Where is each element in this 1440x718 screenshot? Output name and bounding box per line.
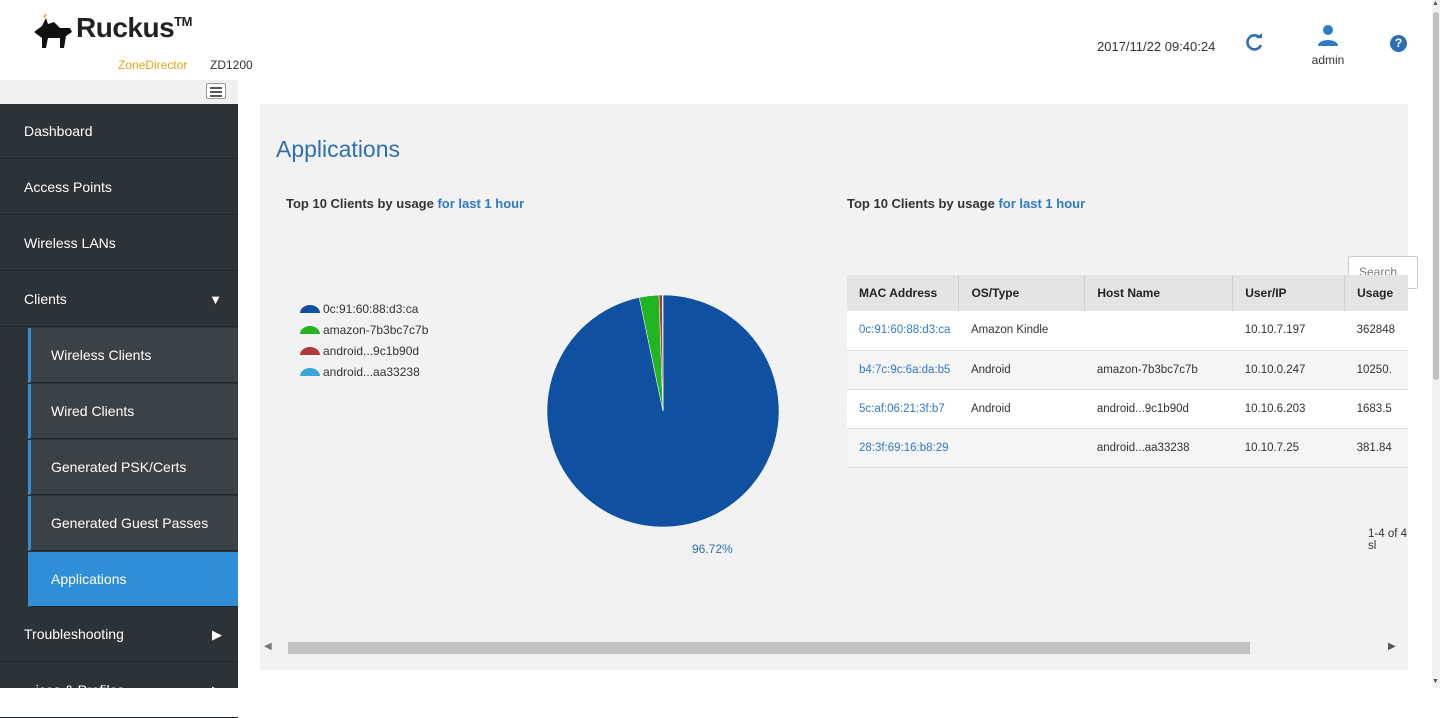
cell-host: amazon-7b3bc7c7b <box>1084 350 1233 390</box>
submenu-rail <box>0 326 28 609</box>
left-chart-title: Top 10 Clients by usage for last 1 hour <box>286 196 525 211</box>
cell-usage: 362848 <box>1344 311 1408 351</box>
nav-troubleshooting[interactable]: Troubleshooting ▶ <box>0 607 238 662</box>
nav-clients[interactable]: Clients ▼ <box>0 272 238 327</box>
vertical-scrollbar[interactable]: ▲ ▼ <box>1432 0 1440 688</box>
horizontal-scrollbar[interactable]: ◀ ▶ <box>260 640 1408 655</box>
scroll-left-icon[interactable]: ◀ <box>264 641 272 652</box>
nav-wireless-clients[interactable]: Wireless Clients <box>28 328 238 383</box>
cell-ip: 10.10.0.247 <box>1232 350 1345 390</box>
usage-pie-chart <box>546 294 780 528</box>
model-name: ZD1200 <box>210 58 253 72</box>
legend-swatch <box>300 346 320 355</box>
dog-logo-icon <box>34 14 72 48</box>
help-icon[interactable]: ? <box>1390 35 1407 52</box>
nav-generated-guest-passes[interactable]: Generated Guest Passes <box>28 496 238 551</box>
cell-host: android...9c1b90d <box>1084 389 1233 429</box>
cell-os: Android <box>958 350 1085 390</box>
clients-table: MAC Address OS/Type Host Name User/IP Us… <box>847 275 1408 475</box>
col-usage[interactable]: Usage <box>1344 275 1408 311</box>
cell-usage: 10250. <box>1344 350 1408 390</box>
col-os-type[interactable]: OS/Type <box>958 275 1086 311</box>
refresh-icon[interactable] <box>1245 32 1265 52</box>
table-row[interactable]: 28:3f:69:16:b8:29 android...aa33238 10.1… <box>847 428 1408 468</box>
pie-legend: 0c:91:60:88:d3:ca amazon-7b3bc7c7b andro… <box>300 298 428 382</box>
col-host-name[interactable]: Host Name <box>1084 275 1234 311</box>
time-range-link[interactable]: for last 1 hour <box>437 196 524 211</box>
cell-host: android...aa33238 <box>1084 428 1233 468</box>
page-title: Applications <box>276 136 401 162</box>
nav-access-points[interactable]: Access Points <box>0 160 238 215</box>
cell-mac[interactable]: 28:3f:69:16:b8:29 <box>847 428 959 468</box>
scrollbar-thumb[interactable] <box>288 642 1250 654</box>
scroll-up-icon[interactable]: ▲ <box>1432 0 1439 7</box>
ruckus-logo[interactable]: RuckusTM ZoneDirector ZD1200 <box>30 8 260 76</box>
user-icon <box>1318 25 1338 46</box>
col-mac-address[interactable]: MAC Address <box>847 275 960 311</box>
cell-os: Amazon Kindle <box>958 311 1085 351</box>
product-name: ZoneDirector <box>118 58 188 72</box>
chevron-down-icon: ▼ <box>209 292 222 307</box>
right-chart-title: Top 10 Clients by usage for last 1 hour <box>847 196 1086 211</box>
table-row[interactable]: 5c:af:06:21:3f:b7 Android android...9c1b… <box>847 389 1408 429</box>
cell-host <box>1084 311 1233 351</box>
username: admin <box>1311 53 1345 67</box>
nav-generated-psk-certs[interactable]: Generated PSK/Certs <box>28 440 238 495</box>
cell-mac[interactable]: 5c:af:06:21:3f:b7 <box>847 389 959 429</box>
cell-mac[interactable]: b4:7c:9c:6a:da:b5 <box>847 350 959 390</box>
chevron-right-icon: ▶ <box>212 627 222 642</box>
nav-services-profiles[interactable]: ...ices & Profiles ▶ <box>0 663 238 718</box>
cell-os: Android <box>958 389 1085 429</box>
scroll-down-icon[interactable]: ▼ <box>1432 678 1439 685</box>
nav-wired-clients[interactable]: Wired Clients <box>28 384 238 439</box>
brand-name: RuckusTM <box>76 12 192 43</box>
applications-panel: Applications Top 10 Clients by usage for… <box>260 104 1418 670</box>
legend-item[interactable]: amazon-7b3bc7c7b <box>300 319 428 340</box>
cell-os <box>958 428 1085 468</box>
cell-mac[interactable]: 0c:91:60:88:d3:ca <box>847 311 959 351</box>
pagination-info: 1-4 of 4 sl <box>1368 528 1407 552</box>
time-range-link[interactable]: for last 1 hour <box>998 196 1085 211</box>
nav-applications[interactable]: Applications <box>28 552 238 607</box>
legend-item[interactable]: android...9c1b90d <box>300 340 428 361</box>
pie-data-label: 96.72% <box>692 542 733 556</box>
header: RuckusTM ZoneDirector ZD1200 2017/11/22 … <box>0 0 1440 80</box>
scrollbar-thumb[interactable] <box>1433 12 1439 380</box>
nav-wireless-lans[interactable]: Wireless LANs <box>0 216 238 271</box>
cell-ip: 10.10.6.203 <box>1232 389 1345 429</box>
table-header-row: MAC Address OS/Type Host Name User/IP Us… <box>847 275 1408 311</box>
menu-toggle-bar <box>0 80 238 104</box>
legend-swatch <box>300 325 320 334</box>
table-row[interactable]: b4:7c:9c:6a:da:b5 Android amazon-7b3bc7c… <box>847 350 1408 390</box>
legend-swatch <box>300 304 320 313</box>
nav-dashboard[interactable]: Dashboard <box>0 104 238 159</box>
hamburger-icon[interactable] <box>206 83 226 99</box>
legend-item[interactable]: android...aa33238 <box>300 361 428 382</box>
cell-usage: 1683.5 <box>1344 389 1408 429</box>
system-datetime: 2017/11/22 09:40:24 <box>1097 39 1216 54</box>
table-row[interactable]: 0c:91:60:88:d3:ca Amazon Kindle 10.10.7.… <box>847 311 1408 351</box>
cell-ip: 10.10.7.197 <box>1232 311 1345 351</box>
sidebar: Dashboard Access Points Wireless LANs Cl… <box>0 80 238 718</box>
legend-swatch <box>300 367 320 376</box>
legend-item[interactable]: 0c:91:60:88:d3:ca <box>300 298 428 319</box>
chevron-right-icon: ▶ <box>212 683 222 698</box>
col-user-ip[interactable]: User/IP <box>1232 275 1346 311</box>
cell-ip: 10.10.7.25 <box>1232 428 1345 468</box>
content-area: Applications Top 10 Clients by usage for… <box>238 80 1432 688</box>
scroll-right-icon[interactable]: ▶ <box>1388 641 1396 652</box>
cell-usage: 381.84 <box>1344 428 1408 468</box>
user-menu[interactable]: admin <box>1305 24 1351 68</box>
